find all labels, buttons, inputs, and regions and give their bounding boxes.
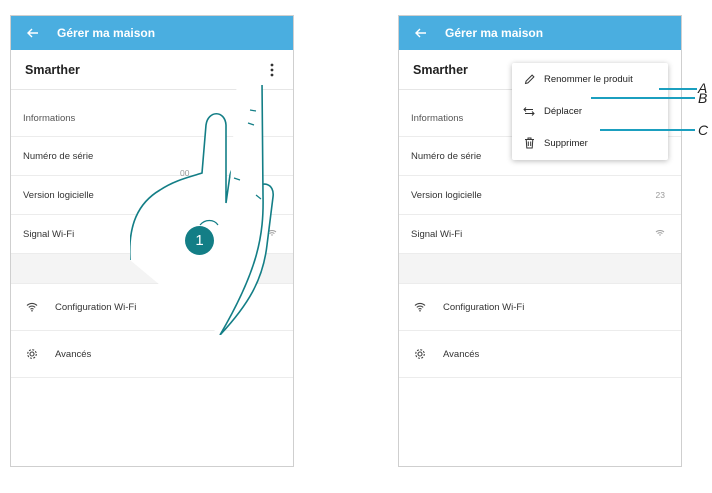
product-name: Smarther	[25, 62, 80, 77]
advanced-row[interactable]: Avancés	[399, 331, 681, 378]
header-title: Gérer ma maison	[57, 26, 156, 40]
wifi-config-row[interactable]: Configuration Wi-Fi	[399, 284, 681, 331]
menu-item-move[interactable]: Déplacer	[512, 95, 668, 127]
header-title: Gérer ma maison	[445, 26, 544, 40]
gear-icon	[413, 347, 427, 361]
pencil-icon	[522, 72, 536, 86]
wifi-config-label: Configuration Wi-Fi	[443, 301, 525, 313]
product-name: Smarther	[413, 62, 468, 77]
callout-line-c	[600, 129, 695, 131]
app-header: Gérer ma maison	[11, 16, 293, 50]
callout-line-a	[659, 88, 697, 90]
callout-line-b	[591, 97, 695, 99]
menu-item-rename[interactable]: Renommer le produit	[512, 63, 668, 95]
gear-icon	[25, 347, 39, 361]
product-row: Smarther	[11, 50, 293, 90]
menu-item-delete-label: Supprimer	[544, 137, 588, 149]
wifi-icon	[25, 300, 39, 314]
wifi-icon	[655, 229, 665, 239]
menu-item-move-label: Déplacer	[544, 105, 583, 117]
arrow-left-icon[interactable]	[23, 23, 43, 43]
kebab-menu-icon[interactable]	[263, 59, 281, 81]
swap-arrows-icon	[522, 104, 536, 118]
callout-label-b: B	[698, 90, 708, 106]
wifi-icon	[413, 300, 427, 314]
advanced-label: Avancés	[443, 348, 480, 360]
pointing-hand-illustration	[130, 85, 274, 335]
trash-icon	[522, 136, 536, 150]
advanced-label: Avancés	[55, 348, 92, 360]
section-gap	[399, 254, 681, 284]
info-label: Numéro de série	[23, 150, 94, 162]
version-value: 23	[655, 190, 665, 200]
step-badge: 1	[185, 226, 214, 255]
info-label: Signal Wi-Fi	[23, 228, 75, 240]
app-header: Gérer ma maison	[399, 16, 681, 50]
menu-item-rename-label: Renommer le produit	[544, 73, 633, 85]
info-label: Version logicielle	[411, 189, 482, 201]
advanced-row[interactable]: Avancés	[11, 331, 293, 378]
arrow-left-icon[interactable]	[411, 23, 431, 43]
wifi-config-label: Configuration Wi-Fi	[55, 301, 137, 313]
info-label: Numéro de série	[411, 150, 482, 162]
menu-item-delete[interactable]: Supprimer	[512, 127, 668, 159]
info-row-version: Version logicielle 23	[399, 175, 681, 214]
info-row-wifi-signal: Signal Wi-Fi	[399, 214, 681, 253]
product-options-menu: Renommer le produit Déplacer Supprimer	[512, 63, 668, 160]
info-label: Signal Wi-Fi	[411, 228, 463, 240]
callout-label-c: C	[698, 122, 709, 138]
info-label: Version logicielle	[23, 189, 94, 201]
